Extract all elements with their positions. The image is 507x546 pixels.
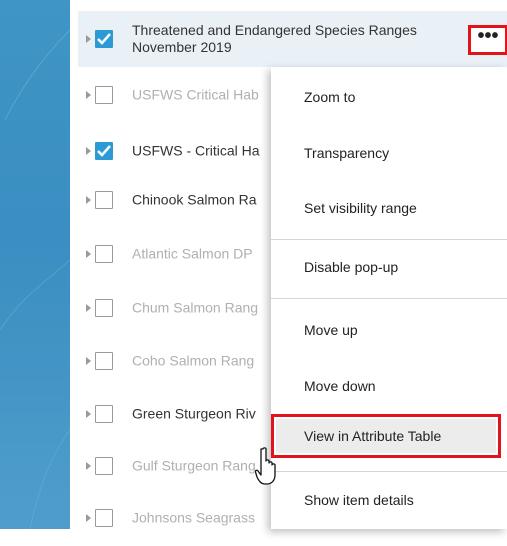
more-horizontal-icon: •••	[477, 25, 499, 47]
expand-caret-icon[interactable]	[86, 147, 91, 155]
layer-visibility-checkbox[interactable]	[95, 30, 113, 48]
layer-label: Green Sturgeon Riv	[132, 405, 256, 422]
map-contour-lines	[0, 29, 70, 529]
layer-label: USFWS - Critical Ha	[132, 142, 260, 159]
expand-caret-icon[interactable]	[86, 91, 91, 99]
expand-caret-icon[interactable]	[86, 462, 91, 470]
layer-label: Chinook Salmon Ra	[132, 191, 257, 208]
layer-visibility-checkbox[interactable]	[95, 299, 113, 317]
map-view[interactable]	[0, 0, 70, 529]
menu-item-zoom-to[interactable]: Zoom to	[271, 77, 507, 117]
menu-divider	[271, 298, 507, 299]
hand-pointer-cursor-icon	[255, 447, 276, 485]
menu-item-view-in-attribute-table[interactable]: View in Attribute Table	[271, 414, 501, 458]
expand-caret-icon[interactable]	[86, 304, 91, 312]
expand-caret-icon[interactable]	[86, 250, 91, 258]
expand-caret-icon[interactable]	[86, 410, 91, 418]
expand-caret-icon[interactable]	[86, 514, 91, 522]
menu-item-transparency[interactable]: Transparency	[271, 133, 507, 173]
menu-divider	[271, 239, 507, 240]
menu-item-move-down[interactable]: Move down	[271, 366, 507, 406]
expand-caret-icon[interactable]	[86, 35, 91, 43]
menu-item-show-item-details[interactable]: Show item details	[271, 480, 507, 520]
layer-visibility-checkbox[interactable]	[95, 509, 113, 527]
menu-item-set-visibility-range[interactable]: Set visibility range	[271, 188, 507, 228]
layer-row-threatened-endangered[interactable]: Threatened and Endangered Species Ranges…	[78, 11, 507, 67]
layer-context-menu: Zoom to Transparency Set visibility rang…	[271, 67, 507, 529]
layer-options-button[interactable]: •••	[468, 25, 507, 55]
layer-visibility-checkbox[interactable]	[95, 405, 113, 423]
layer-label: Johnsons Seagrass	[132, 509, 255, 526]
layer-visibility-checkbox[interactable]	[95, 245, 113, 263]
layer-label: Threatened and Endangered Species Ranges…	[132, 22, 417, 55]
layer-label: Atlantic Salmon DP	[132, 245, 253, 262]
layer-visibility-checkbox[interactable]	[95, 86, 113, 104]
expand-caret-icon[interactable]	[86, 357, 91, 365]
menu-item-disable-popup[interactable]: Disable pop-up	[271, 247, 507, 287]
menu-divider	[271, 471, 507, 472]
layer-visibility-checkbox[interactable]	[95, 352, 113, 370]
expand-caret-icon[interactable]	[86, 196, 91, 204]
menu-item-move-up[interactable]: Move up	[271, 310, 507, 350]
layer-label: Coho Salmon Rang	[132, 352, 255, 369]
layer-label: USFWS Critical Hab	[132, 86, 259, 103]
layer-label: Chum Salmon Rang	[132, 299, 259, 316]
layer-visibility-checkbox[interactable]	[95, 142, 113, 160]
layer-visibility-checkbox[interactable]	[95, 457, 113, 475]
layer-visibility-checkbox[interactable]	[95, 191, 113, 209]
layer-label: Gulf Sturgeon Rang	[132, 457, 256, 474]
